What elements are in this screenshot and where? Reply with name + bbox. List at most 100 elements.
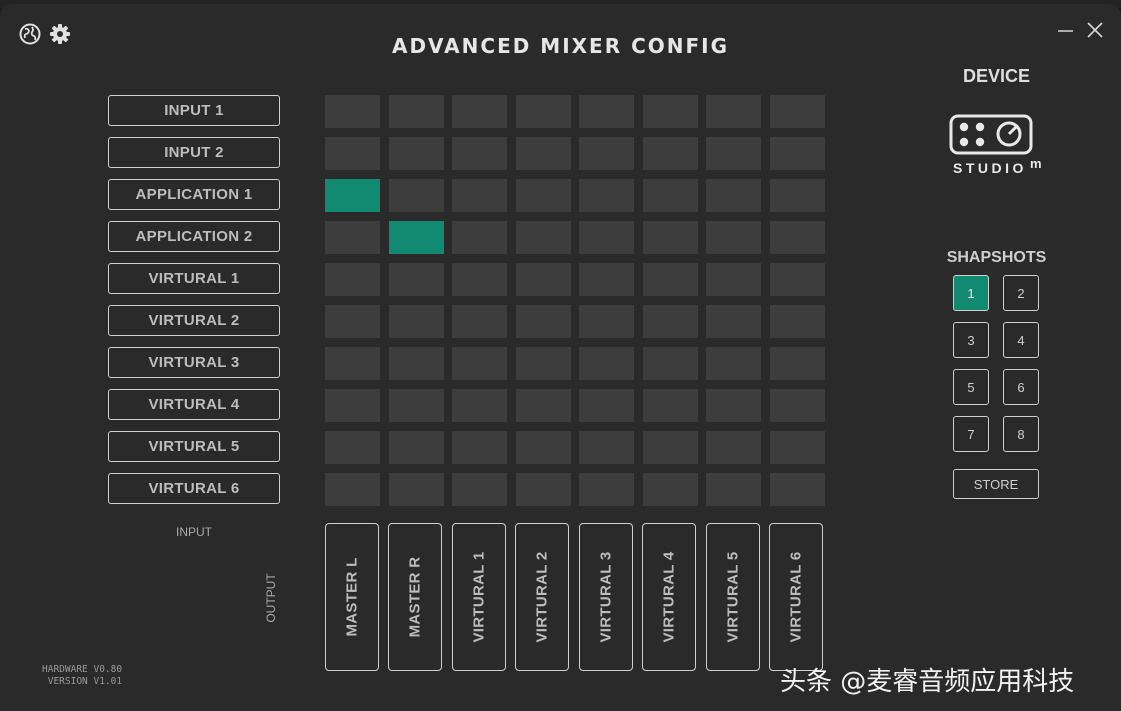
matrix-cell[interactable] (325, 179, 380, 212)
output-button[interactable]: VIRTURAL 5 (706, 523, 760, 671)
matrix-cell[interactable] (579, 221, 634, 254)
matrix-cell[interactable] (325, 389, 380, 422)
matrix-cell[interactable] (325, 137, 380, 170)
matrix-cell[interactable] (325, 347, 380, 380)
output-button[interactable]: VIRTURAL 4 (642, 523, 696, 671)
output-button[interactable]: VIRTURAL 1 (452, 523, 506, 671)
matrix-cell[interactable] (452, 431, 507, 464)
store-button[interactable]: STORE (953, 469, 1039, 499)
input-button[interactable]: VIRTURAL 6 (108, 473, 280, 504)
matrix-cell[interactable] (452, 137, 507, 170)
matrix-cell[interactable] (515, 473, 571, 506)
matrix-cell[interactable] (769, 347, 825, 380)
matrix-cell[interactable] (706, 221, 761, 254)
matrix-cell[interactable] (325, 263, 380, 296)
matrix-cell[interactable] (769, 179, 825, 212)
output-button[interactable]: VIRTURAL 2 (515, 523, 569, 671)
matrix-cell[interactable] (769, 305, 825, 338)
matrix-cell[interactable] (515, 221, 571, 254)
snapshot-button[interactable]: 3 (953, 322, 989, 358)
matrix-cell[interactable] (452, 473, 507, 506)
matrix-cell[interactable] (452, 263, 507, 296)
output-button[interactable]: VIRTURAL 3 (579, 523, 633, 671)
matrix-cell[interactable] (579, 179, 634, 212)
matrix-cell[interactable] (388, 137, 444, 170)
matrix-cell[interactable] (579, 305, 634, 338)
matrix-cell[interactable] (642, 95, 698, 128)
input-button[interactable]: VIRTURAL 2 (108, 305, 280, 336)
snapshot-button[interactable]: 5 (953, 369, 989, 405)
snapshot-button[interactable]: 8 (1003, 416, 1039, 452)
matrix-cell[interactable] (388, 347, 444, 380)
matrix-cell[interactable] (706, 95, 761, 128)
matrix-cell[interactable] (642, 305, 698, 338)
matrix-cell[interactable] (515, 347, 571, 380)
matrix-cell[interactable] (642, 347, 698, 380)
matrix-cell[interactable] (515, 179, 571, 212)
matrix-cell[interactable] (706, 263, 761, 296)
matrix-cell[interactable] (388, 179, 444, 212)
minimize-icon[interactable] (1056, 20, 1076, 40)
output-button[interactable]: MASTER L (325, 523, 379, 671)
matrix-cell[interactable] (706, 305, 761, 338)
matrix-cell[interactable] (579, 473, 634, 506)
snapshot-button[interactable]: 7 (953, 416, 989, 452)
matrix-cell[interactable] (388, 431, 444, 464)
matrix-cell[interactable] (452, 179, 507, 212)
matrix-cell[interactable] (579, 95, 634, 128)
matrix-cell[interactable] (388, 473, 444, 506)
input-button[interactable]: VIRTURAL 3 (108, 347, 280, 378)
matrix-cell[interactable] (642, 473, 698, 506)
matrix-cell[interactable] (452, 95, 507, 128)
matrix-cell[interactable] (388, 95, 444, 128)
matrix-cell[interactable] (706, 473, 761, 506)
matrix-cell[interactable] (579, 389, 634, 422)
matrix-cell[interactable] (579, 137, 634, 170)
matrix-cell[interactable] (388, 389, 444, 422)
matrix-cell[interactable] (642, 179, 698, 212)
matrix-cell[interactable] (642, 137, 698, 170)
matrix-cell[interactable] (769, 263, 825, 296)
matrix-cell[interactable] (515, 95, 571, 128)
matrix-cell[interactable] (642, 431, 698, 464)
matrix-cell[interactable] (579, 347, 634, 380)
matrix-cell[interactable] (452, 305, 507, 338)
matrix-cell[interactable] (579, 431, 634, 464)
matrix-cell[interactable] (769, 95, 825, 128)
matrix-cell[interactable] (452, 389, 507, 422)
matrix-cell[interactable] (579, 263, 634, 296)
matrix-cell[interactable] (642, 221, 698, 254)
matrix-cell[interactable] (325, 95, 380, 128)
input-button[interactable]: VIRTURAL 5 (108, 431, 280, 462)
matrix-cell[interactable] (769, 473, 825, 506)
matrix-cell[interactable] (515, 305, 571, 338)
matrix-cell[interactable] (452, 221, 507, 254)
input-button[interactable]: APPLICATION 1 (108, 179, 280, 210)
matrix-cell[interactable] (769, 389, 825, 422)
matrix-cell[interactable] (388, 263, 444, 296)
matrix-cell[interactable] (388, 221, 444, 254)
output-button[interactable]: MASTER R (388, 523, 442, 671)
matrix-cell[interactable] (706, 347, 761, 380)
snapshot-button[interactable]: 1 (953, 275, 989, 311)
matrix-cell[interactable] (706, 431, 761, 464)
input-button[interactable]: VIRTURAL 1 (108, 263, 280, 294)
matrix-cell[interactable] (515, 263, 571, 296)
snapshot-button[interactable]: 6 (1003, 369, 1039, 405)
matrix-cell[interactable] (325, 473, 380, 506)
matrix-cell[interactable] (325, 305, 380, 338)
snapshot-button[interactable]: 2 (1003, 275, 1039, 311)
matrix-cell[interactable] (769, 221, 825, 254)
matrix-cell[interactable] (706, 137, 761, 170)
input-button[interactable]: VIRTURAL 4 (108, 389, 280, 420)
matrix-cell[interactable] (325, 221, 380, 254)
matrix-cell[interactable] (642, 263, 698, 296)
matrix-cell[interactable] (706, 179, 761, 212)
input-button[interactable]: INPUT 1 (108, 95, 280, 126)
matrix-cell[interactable] (388, 305, 444, 338)
output-button[interactable]: VIRTURAL 6 (769, 523, 823, 671)
matrix-cell[interactable] (706, 389, 761, 422)
matrix-cell[interactable] (642, 389, 698, 422)
matrix-cell[interactable] (769, 137, 825, 170)
close-icon[interactable] (1085, 20, 1105, 40)
